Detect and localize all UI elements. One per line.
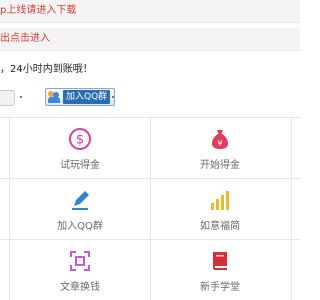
join-qq-group-label: 加入QQ群 bbox=[63, 90, 111, 104]
payout-notice: ，24小时内到账哦！ bbox=[0, 58, 300, 82]
payout-notice-text: ，24小时内到账哦！ bbox=[0, 64, 93, 75]
svg-text:$: $ bbox=[76, 133, 84, 148]
enter-notice-text: 出点击进入 bbox=[0, 33, 50, 44]
dollar-coin-icon: $ bbox=[0, 126, 160, 152]
money-bag-icon: ¥ bbox=[140, 126, 300, 152]
svg-text:¥: ¥ bbox=[217, 139, 222, 148]
separator-dot bbox=[20, 96, 22, 98]
grid-item-try-play[interactable]: $ 试玩得金 bbox=[0, 118, 160, 178]
grid-item-label: 文章换钱 bbox=[60, 282, 100, 293]
grid-item-label: 新手学堂 bbox=[200, 282, 240, 293]
divider bbox=[0, 50, 300, 51]
join-qq-group-button[interactable]: 加入QQ群 bbox=[45, 88, 116, 106]
separator-dot bbox=[112, 96, 114, 98]
grid-item-ruyi[interactable]: 如意福简 bbox=[140, 179, 300, 239]
partial-button[interactable] bbox=[0, 90, 15, 106]
divider bbox=[0, 22, 300, 23]
pencil-icon bbox=[0, 187, 160, 213]
scan-icon bbox=[0, 248, 160, 274]
book-icon bbox=[140, 248, 300, 274]
grid-item-label: 加入QQ群 bbox=[57, 221, 103, 232]
grid-item-newbie[interactable]: 新手学堂 bbox=[140, 240, 300, 300]
grid-item-start-earn[interactable]: ¥ 开始得金 bbox=[140, 118, 300, 178]
download-notice[interactable]: p上线请进入下载 bbox=[0, 0, 300, 22]
qq-group-icon bbox=[48, 91, 60, 103]
bar-chart-icon bbox=[140, 187, 300, 213]
grid-item-label: 试玩得金 bbox=[60, 160, 100, 171]
app-page: p上线请进入下载 出点击进入 ，24小时内到账哦！ 加入QQ群 $ 试玩得金 ¥… bbox=[0, 0, 300, 300]
grid-item-article-cash[interactable]: 文章换钱 bbox=[0, 240, 160, 300]
feature-grid: $ 试玩得金 ¥ 开始得金 加入QQ群 如意福简 文章换钱 新手学堂 bbox=[0, 117, 300, 300]
download-notice-text: p上线请进入下载 bbox=[0, 5, 77, 16]
grid-item-label: 开始得金 bbox=[200, 160, 240, 171]
grid-item-join-qq[interactable]: 加入QQ群 bbox=[0, 179, 160, 239]
qq-group-row: 加入QQ群 bbox=[0, 84, 300, 110]
grid-item-label: 如意福简 bbox=[200, 221, 240, 232]
enter-notice[interactable]: 出点击进入 bbox=[0, 28, 300, 50]
